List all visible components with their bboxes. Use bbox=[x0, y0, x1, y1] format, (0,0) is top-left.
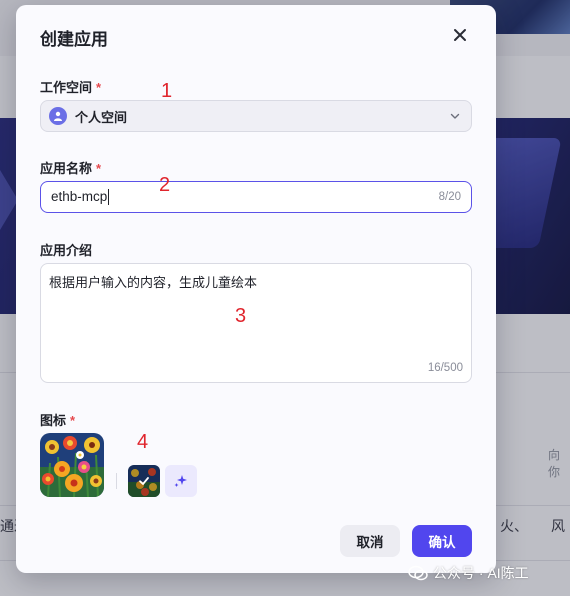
app-intro-value: 根据用户输入的内容，生成儿童绘本 bbox=[49, 275, 258, 290]
required-mark: * bbox=[96, 80, 102, 95]
close-button[interactable] bbox=[448, 23, 472, 47]
app-intro-counter: 16/500 bbox=[427, 362, 463, 374]
required-mark: * bbox=[96, 161, 102, 176]
user-icon bbox=[49, 107, 67, 125]
annotation-1: 1 bbox=[161, 80, 173, 102]
icon-label-text: 图标 bbox=[40, 413, 67, 428]
workspace-value: 个人空间 bbox=[75, 109, 128, 125]
app-icon-option-selected[interactable] bbox=[128, 465, 160, 497]
flower-painting-icon bbox=[40, 433, 104, 497]
workspace-label-text: 工作空间 bbox=[40, 80, 93, 95]
annotation-2: 2 bbox=[159, 174, 171, 196]
app-name-label: 应用名称 * bbox=[40, 158, 101, 177]
icon-label: 图标 * bbox=[40, 410, 75, 429]
app-name-value: ethb-mcp bbox=[51, 188, 108, 204]
close-icon bbox=[454, 29, 466, 41]
app-name-input[interactable]: ethb-mcp 8/20 bbox=[40, 181, 472, 213]
annotation-3: 3 bbox=[235, 305, 247, 327]
required-mark: * bbox=[70, 413, 76, 428]
ai-generate-icon-button[interactable] bbox=[165, 465, 197, 497]
confirm-button[interactable]: 确认 bbox=[412, 525, 472, 557]
watermark: 公众号 · AI陈工 bbox=[408, 563, 529, 583]
annotation-4: 4 bbox=[137, 431, 149, 453]
workspace-label: 工作空间 * bbox=[40, 77, 101, 96]
watermark-text: 公众号 · AI陈工 bbox=[433, 565, 529, 581]
app-intro-textarea[interactable]: 根据用户输入的内容，生成儿童绘本 16/500 bbox=[40, 263, 472, 383]
app-intro-label: 应用介绍 bbox=[40, 243, 93, 258]
app-name-counter: 8/20 bbox=[438, 191, 461, 203]
app-name-value-wrap: ethb-mcp bbox=[51, 188, 439, 206]
app-name-label-text: 应用名称 bbox=[40, 161, 93, 176]
create-app-dialog: 创建应用 工作空间 * 个人空间 应用名称 * ethb-mcp 8/20 应用介绍… bbox=[16, 5, 496, 573]
icon-divider bbox=[116, 473, 117, 489]
text-caret bbox=[108, 189, 110, 206]
chevron-down-icon bbox=[450, 113, 460, 119]
sparkle-icon bbox=[174, 475, 187, 487]
workspace-select[interactable]: 个人空间 bbox=[40, 100, 472, 132]
selected-overlay bbox=[128, 465, 160, 497]
dialog-title: 创建应用 bbox=[40, 30, 108, 49]
wechat-icon bbox=[408, 565, 428, 581]
cancel-button[interactable]: 取消 bbox=[340, 525, 400, 557]
app-icon-preview[interactable] bbox=[40, 433, 104, 497]
check-icon bbox=[139, 477, 149, 485]
